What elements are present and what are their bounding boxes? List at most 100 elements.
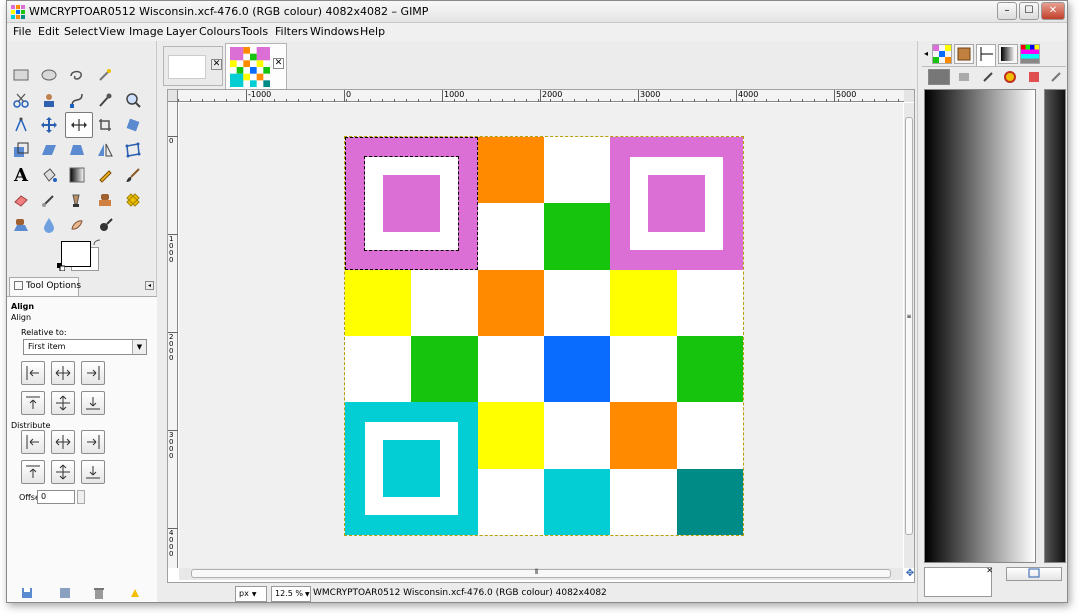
shear-tool-icon[interactable] xyxy=(37,138,61,162)
pencil-tool-icon[interactable] xyxy=(93,163,117,187)
foreground-select-tool-icon[interactable] xyxy=(37,88,61,112)
blur-tool-icon[interactable] xyxy=(37,213,61,237)
align-center-button[interactable] xyxy=(51,361,75,385)
paths-tab-icon[interactable] xyxy=(982,71,994,83)
menu-image[interactable]: Image xyxy=(129,25,163,38)
default-colors-icon[interactable] xyxy=(57,263,65,271)
menu-layer[interactable]: Layer xyxy=(166,25,197,38)
distribute-left-button[interactable] xyxy=(21,430,45,454)
distribute-top-button[interactable] xyxy=(21,460,45,484)
menu-file[interactable]: File xyxy=(13,25,31,38)
configure-tab-icon[interactable]: ◂ xyxy=(145,281,154,290)
distribute-bottom-button[interactable] xyxy=(81,460,105,484)
perspective-tool-icon[interactable] xyxy=(65,138,89,162)
rotate-tool-icon[interactable] xyxy=(121,113,145,137)
relative-to-select[interactable]: First item ▼ xyxy=(23,339,147,355)
measure-tool-icon[interactable] xyxy=(9,113,33,137)
patterns-tab-icon[interactable] xyxy=(932,44,952,64)
eraser-tool-icon[interactable] xyxy=(9,188,33,212)
colormap-tab-icon[interactable] xyxy=(1004,71,1016,83)
horizontal-scroll-thumb[interactable] xyxy=(191,569,891,578)
move-tool-icon[interactable] xyxy=(37,113,61,137)
dock-menu-icon[interactable]: ◂ xyxy=(924,49,928,58)
menu-colours[interactable]: Colours xyxy=(199,25,240,38)
vertical-scrollbar[interactable]: ≡ xyxy=(904,103,914,568)
offset-spinner[interactable] xyxy=(77,490,85,504)
heal-tool-icon[interactable] xyxy=(121,188,145,212)
brushes-tab-icon[interactable] xyxy=(954,44,974,64)
zoom-select[interactable]: 12.5 % ▼ xyxy=(271,586,311,602)
tool-options-tab[interactable]: Tool Options xyxy=(9,277,81,297)
edit-gradient-button[interactable] xyxy=(1006,567,1062,581)
close-button[interactable]: ✕ xyxy=(1041,2,1065,20)
maximize-button[interactable]: ☐ xyxy=(1019,2,1039,20)
perspective-clone-tool-icon[interactable] xyxy=(9,213,33,237)
menu-tools[interactable]: Tools xyxy=(241,25,268,38)
ink-tool-icon[interactable] xyxy=(65,188,89,212)
text-tool-icon[interactable]: A xyxy=(9,163,33,187)
navigate-icon[interactable]: ✥ xyxy=(905,568,915,580)
minimize-button[interactable]: – xyxy=(997,2,1017,20)
close-icon[interactable]: ✕ xyxy=(273,58,284,69)
foreground-color-swatch[interactable] xyxy=(61,241,91,267)
menu-filters[interactable]: Filters xyxy=(275,25,308,38)
swap-colors-icon[interactable] xyxy=(93,239,101,247)
scissors-tool-icon[interactable] xyxy=(9,88,33,112)
gradients-tab-icon[interactable] xyxy=(998,44,1018,64)
gradient-list-scroll[interactable] xyxy=(1044,89,1066,563)
paintbrush-tool-icon[interactable] xyxy=(121,163,145,187)
menu-windows[interactable]: Windows xyxy=(310,25,359,38)
airbrush-tool-icon[interactable] xyxy=(37,188,61,212)
histogram-tab-icon[interactable] xyxy=(1028,71,1040,83)
undo-history-tab-icon[interactable] xyxy=(1050,71,1062,83)
align-bottom-edge-button[interactable] xyxy=(81,391,105,415)
flip-tool-icon[interactable] xyxy=(93,138,117,162)
offset-input[interactable]: 0 xyxy=(37,490,75,504)
distribute-center-button[interactable] xyxy=(51,430,75,454)
save-options-icon[interactable] xyxy=(21,587,33,599)
blend-tool-icon[interactable] xyxy=(65,163,89,187)
horizontal-ruler[interactable]: -1000 0 1000 2000 3000 4000 5000 xyxy=(178,90,908,102)
zoom-follow-icon[interactable] xyxy=(904,90,914,102)
chevron-down-icon[interactable]: ▼ xyxy=(132,340,146,354)
restore-options-icon[interactable] xyxy=(59,587,71,599)
scale-tool-icon[interactable] xyxy=(9,138,33,162)
menu-select[interactable]: Select xyxy=(64,25,98,38)
image-canvas[interactable] xyxy=(344,136,744,536)
gradient-preview[interactable] xyxy=(924,89,1036,563)
align-tool-icon[interactable] xyxy=(65,112,93,138)
vertical-ruler[interactable]: 0 1000 2000 3000 4000 xyxy=(168,102,178,568)
vertical-scroll-thumb[interactable] xyxy=(905,117,913,535)
image-tab-active[interactable]: ✕ xyxy=(225,43,287,89)
menu-view[interactable]: View xyxy=(99,25,125,38)
fuzzy-select-tool-icon[interactable] xyxy=(93,63,117,87)
canvas-viewport[interactable] xyxy=(179,103,903,568)
channels-tab-icon[interactable] xyxy=(958,71,970,83)
color-picker-tool-icon[interactable] xyxy=(93,88,117,112)
reset-options-icon[interactable] xyxy=(129,587,141,599)
delete-options-icon[interactable] xyxy=(93,587,105,599)
menu-help[interactable]: Help xyxy=(360,25,385,38)
rect-select-tool-icon[interactable] xyxy=(9,63,33,87)
horizontal-scrollbar[interactable]: ⦀ xyxy=(179,568,903,580)
smudge-tool-icon[interactable] xyxy=(65,213,89,237)
crop-tool-icon[interactable] xyxy=(93,113,117,137)
cage-transform-tool-icon[interactable] xyxy=(121,138,145,162)
align-left-edge-button[interactable] xyxy=(21,361,45,385)
ellipse-select-tool-icon[interactable] xyxy=(37,63,61,87)
quick-mask-corner[interactable] xyxy=(168,90,178,102)
fg-bg-color-selector[interactable] xyxy=(57,239,103,273)
zoom-tool-icon[interactable] xyxy=(121,88,145,112)
distribute-right-button[interactable] xyxy=(81,430,105,454)
menu-edit[interactable]: Edit xyxy=(38,25,59,38)
align-middle-button[interactable] xyxy=(51,391,75,415)
align-top-edge-button[interactable] xyxy=(21,391,45,415)
align-right-edge-button[interactable] xyxy=(81,361,105,385)
free-select-tool-icon[interactable] xyxy=(65,63,89,87)
bucket-fill-tool-icon[interactable] xyxy=(37,163,61,187)
image-tab-blank[interactable]: ✕ xyxy=(163,46,223,86)
paths-tool-icon[interactable] xyxy=(65,88,89,112)
clone-tool-icon[interactable] xyxy=(93,188,117,212)
dodge-burn-tool-icon[interactable] xyxy=(93,213,117,237)
fonts-tab-icon[interactable] xyxy=(976,44,996,66)
